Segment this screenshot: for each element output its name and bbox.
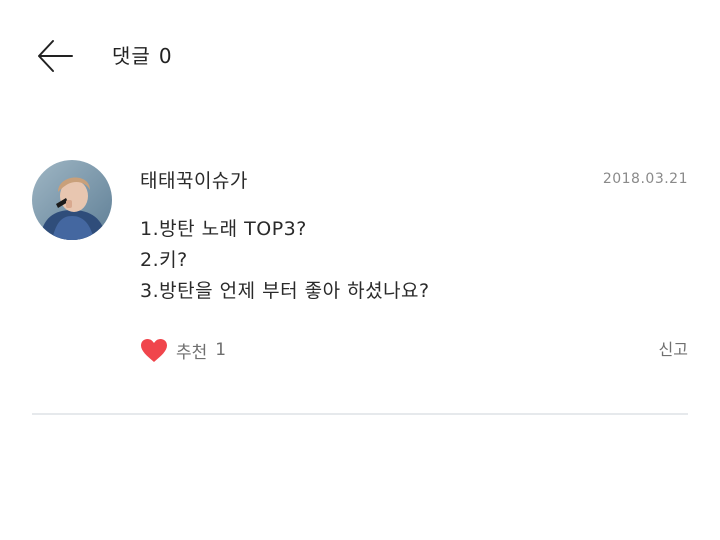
comment-actions: 추천 1 [140,334,226,366]
user-avatar-image [32,160,112,240]
comment-author[interactable]: 태태꾹이슈가 [140,169,248,193]
comment-line: 3.방탄을 언제 부터 좋아 하셨나요? [140,280,430,302]
back-button[interactable] [36,38,74,74]
comment-body: 1.방탄 노래 TOP3? 2.키? 3.방탄을 언제 부터 좋아 하셨나요? [140,214,430,307]
like-label: 추천 [176,342,208,363]
comment-count: 0 [158,44,173,68]
like-button[interactable]: 추천 1 [140,338,226,363]
comment-date: 2018.03.21 [602,171,688,187]
comment-line: 1.방탄 노래 TOP3? [140,218,307,240]
heart-icon [140,338,168,363]
comment-line: 2.키? [140,249,188,271]
avatar[interactable] [32,160,112,240]
app-header: 댓글 0 [0,0,720,112]
divider [32,413,688,415]
arrow-left-icon [38,40,73,72]
page-title: 댓글 0 [112,44,173,68]
like-count: 1 [215,340,227,360]
report-button[interactable]: 신고 [659,340,688,360]
page-title-label: 댓글 [112,44,151,68]
